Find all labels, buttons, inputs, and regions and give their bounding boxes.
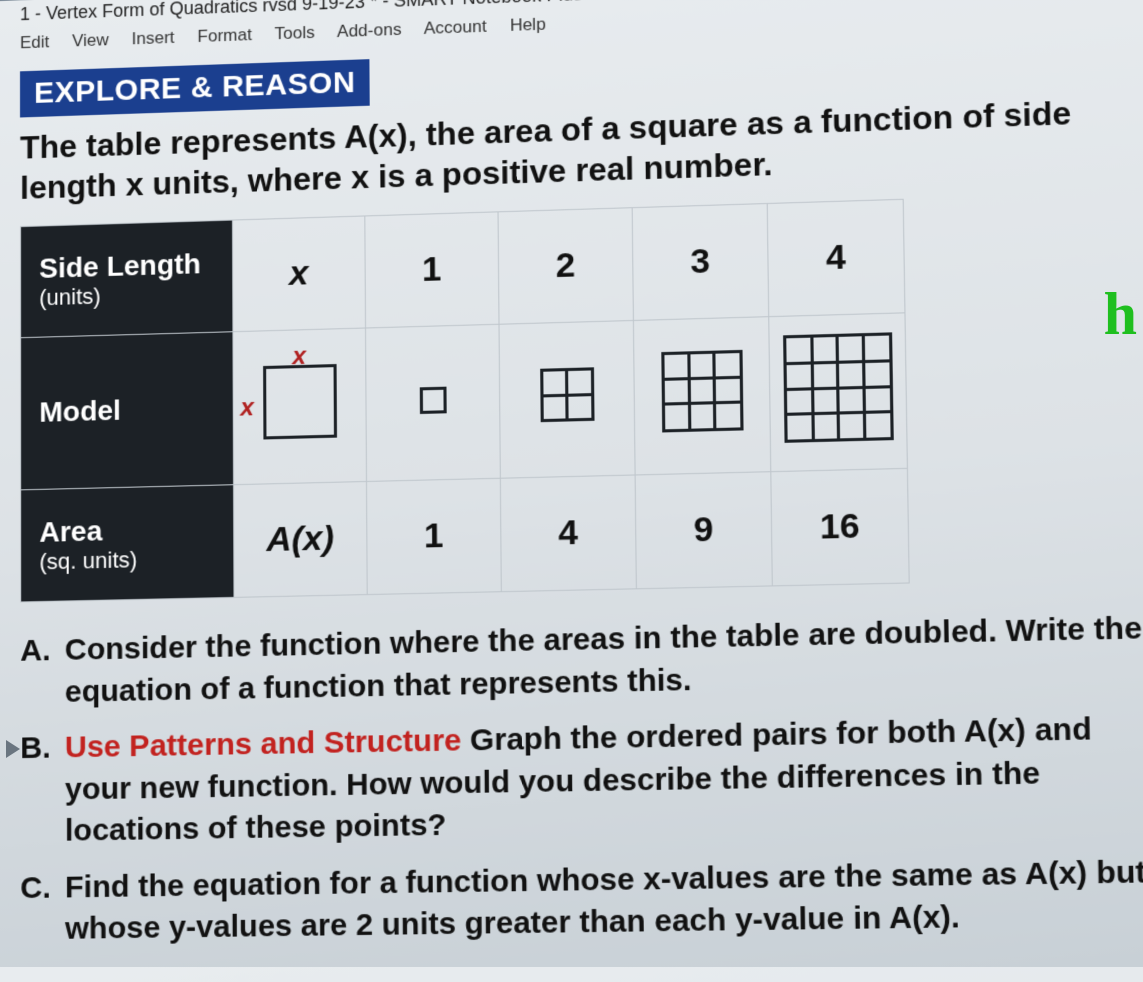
question-body: Use Patterns and Structure Graph the ord…: [65, 708, 1143, 853]
menu-help[interactable]: Help: [510, 14, 546, 35]
menu-account[interactable]: Account: [424, 17, 487, 38]
cell-side-1: 1: [365, 212, 499, 328]
cell-model-2: [499, 320, 635, 478]
question-body: Find the equation for a function whose x…: [65, 851, 1143, 951]
questions-block: A. Consider the function where the areas…: [20, 607, 1143, 951]
cell-model-3: [633, 317, 770, 475]
cell-side-4: 4: [767, 199, 905, 316]
row-header-side-length: Side Length (units): [21, 220, 233, 338]
question-c: C. Find the equation for a function whos…: [20, 851, 1143, 951]
square-grid-icon: [419, 387, 446, 414]
menu-tools[interactable]: Tools: [275, 23, 315, 44]
cell-side-3: 3: [632, 204, 769, 321]
play-icon[interactable]: [6, 740, 20, 758]
row-header-model: Model: [21, 332, 234, 490]
data-table: Side Length (units) x 1 2 3 4 Model x x: [20, 199, 910, 603]
menu-edit[interactable]: Edit: [20, 32, 49, 52]
square-grid-icon: [540, 367, 594, 422]
cell-area-1: 1: [366, 478, 501, 594]
question-lead: Use Patterns and Structure: [65, 723, 462, 764]
table-row: Model x x: [21, 313, 908, 490]
question-letter: C.: [20, 867, 65, 951]
question-b: B. Use Patterns and Structure Graph the …: [20, 708, 1143, 854]
cell-model-1: [366, 324, 501, 481]
menu-view[interactable]: View: [72, 30, 109, 50]
cell-area-9: 9: [635, 472, 772, 589]
cell-area-4: 4: [500, 475, 636, 592]
question-a: A. Consider the function where the areas…: [20, 607, 1143, 714]
cell-model-4: [769, 313, 908, 472]
table-row: Area (sq. units) A(x) 1 4 9 16: [21, 468, 910, 602]
menu-addons[interactable]: Add-ons: [337, 20, 402, 41]
row-header-label: Area: [39, 515, 102, 548]
handwritten-annotation: h: [1104, 280, 1137, 349]
menu-format[interactable]: Format: [197, 25, 252, 46]
square-grid-icon: [263, 364, 337, 439]
cell-area-16: 16: [771, 468, 909, 586]
question-letter: A.: [20, 630, 65, 714]
square-grid-icon: [783, 332, 894, 443]
row-header-sublabel: (sq. units): [39, 545, 215, 575]
cell-model-x: x x: [233, 328, 367, 485]
row-header-label: Side Length: [39, 248, 201, 284]
row-header-sublabel: (units): [39, 280, 214, 311]
cell-area-ax: A(x): [234, 481, 368, 597]
square-grid-icon: [661, 350, 743, 433]
menu-insert[interactable]: Insert: [132, 28, 175, 49]
cell-side-2: 2: [498, 208, 633, 325]
model-x-label-left: x: [240, 393, 254, 422]
question-body: Consider the function where the areas in…: [65, 607, 1143, 713]
row-header-area: Area (sq. units): [21, 485, 234, 602]
question-letter: B.: [20, 728, 65, 854]
cell-side-x: x: [232, 216, 365, 332]
